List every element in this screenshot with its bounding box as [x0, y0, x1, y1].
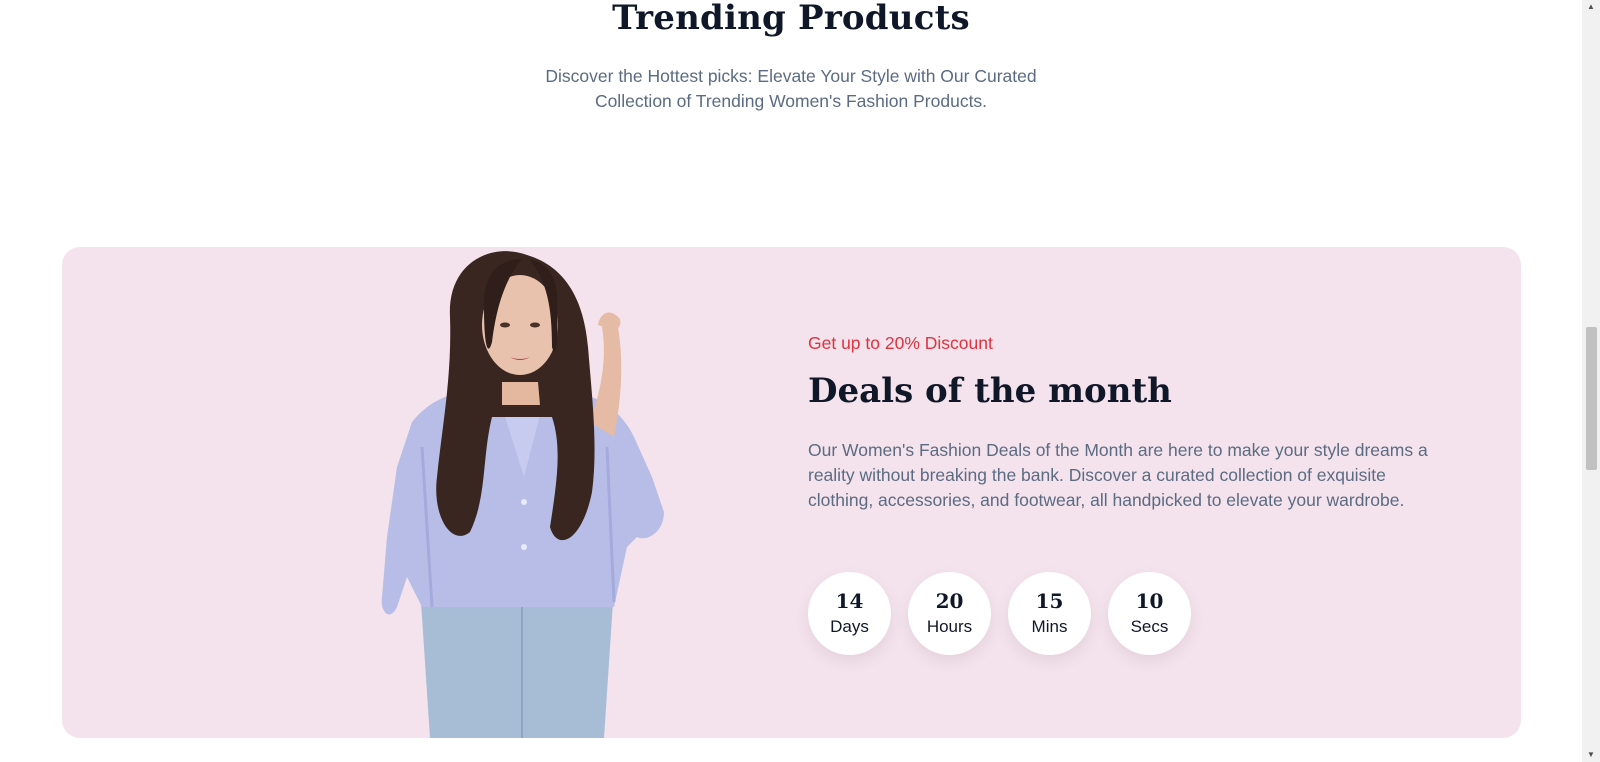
- scroll-down-arrow-icon[interactable]: ▼: [1582, 748, 1600, 762]
- deals-description: Our Women's Fashion Deals of the Month a…: [808, 440, 1428, 510]
- countdown-value: 15: [1035, 589, 1064, 613]
- deals-title: Deals of the month: [808, 371, 1172, 411]
- subtitle-line-1: Discover the Hottest picks: Elevate Your…: [545, 66, 1037, 86]
- subtitle-line-2: Collection of Trending Women's Fashion P…: [594, 91, 988, 111]
- vertical-scrollbar[interactable]: ▲ ▼: [1582, 0, 1600, 762]
- countdown-value: 10: [1135, 589, 1164, 613]
- countdown-label: Mins: [1031, 617, 1068, 636]
- discount-tag: Get up to 20% Discount: [808, 333, 993, 353]
- countdown-mins: 15 Mins: [1008, 572, 1091, 655]
- countdown-hours: 20 Hours: [908, 572, 991, 655]
- countdown-secs: 10 Secs: [1108, 572, 1191, 655]
- countdown-label: Days: [830, 617, 869, 636]
- countdown-days: 14 Days: [808, 572, 891, 655]
- scrollbar-thumb[interactable]: [1586, 327, 1597, 470]
- countdown-value: 14: [835, 589, 864, 613]
- model-image: [352, 247, 692, 738]
- trending-products-subtitle: Discover the Hottest picks: Elevate Your…: [0, 64, 1582, 114]
- countdown-label: Secs: [1130, 617, 1169, 636]
- countdown-timer: 14 Days 20 Hours 15 Mins 10 Secs: [808, 572, 1191, 655]
- scroll-up-arrow-icon[interactable]: ▲: [1582, 0, 1600, 14]
- countdown-value: 20: [935, 589, 964, 613]
- trending-products-title: Trending Products: [612, 0, 970, 38]
- countdown-label: Hours: [926, 617, 973, 636]
- deals-of-month-section: Get up to 20% Discount Deals of the mont…: [62, 247, 1521, 738]
